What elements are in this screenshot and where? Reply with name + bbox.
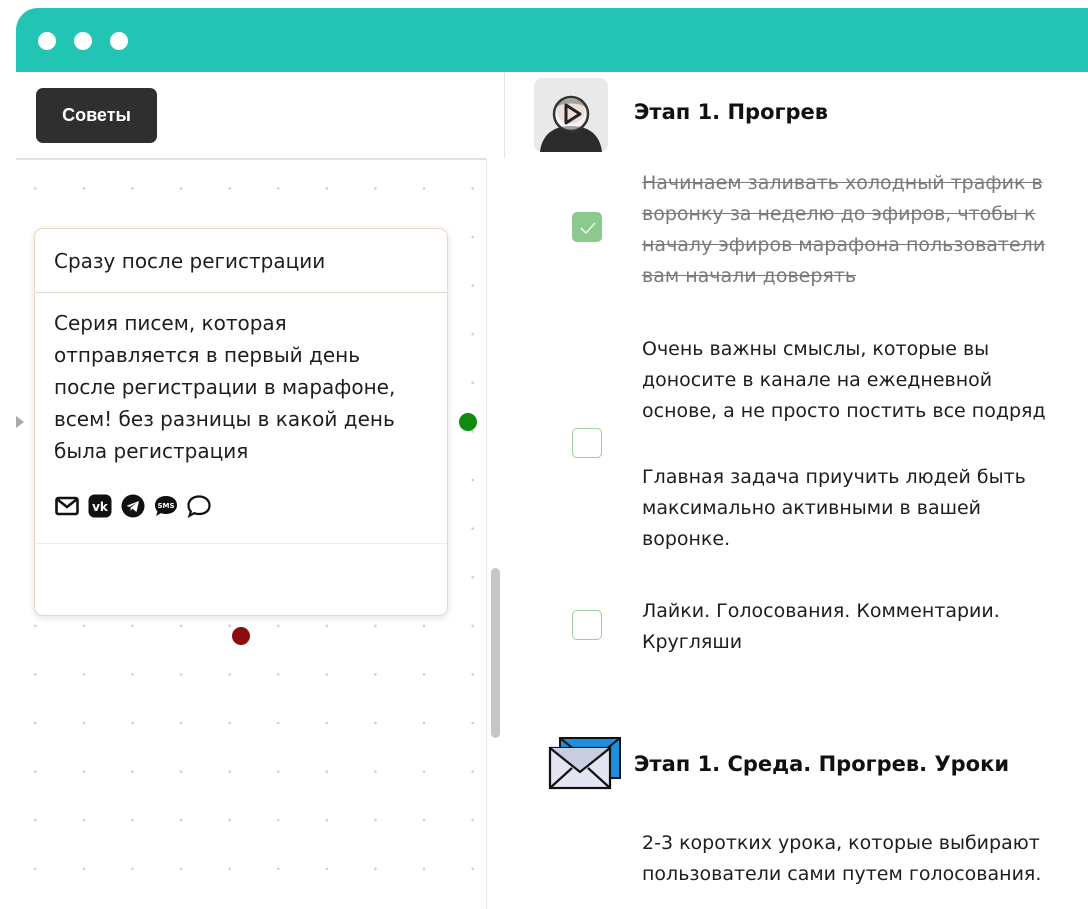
- task-text-extra: Главная задача приучить людей быть макси…: [642, 462, 1088, 555]
- node-description-line: Серия писем, которая: [54, 311, 287, 335]
- task-line: Начинаем заливать холодный трафик в: [642, 172, 1043, 194]
- video-play-icon[interactable]: [534, 78, 608, 152]
- task-line: воронке.: [642, 528, 731, 550]
- task-line: Главная задача приучить людей быть: [642, 466, 1026, 488]
- tips-button[interactable]: Советы: [36, 88, 157, 143]
- task-line: воронку за неделю до эфиров, чтобы к: [642, 203, 1036, 225]
- app-window: Советы Сразу после регистрации Серия пис…: [16, 8, 1088, 909]
- task-checkbox-checked[interactable]: [572, 212, 602, 242]
- output-port-red[interactable]: [232, 627, 250, 645]
- message-node-card[interactable]: Сразу после регистрации Серия писем, кот…: [34, 228, 448, 616]
- task-line: основе, а не просто постить все подряд: [642, 400, 1046, 422]
- svg-text:vk: vk: [92, 500, 109, 514]
- canvas-toolbar: Советы: [16, 72, 504, 160]
- channel-icons: vk SMS: [54, 491, 212, 521]
- task-checkbox[interactable]: [572, 428, 602, 458]
- sms-icon: SMS: [153, 493, 179, 519]
- window-dot-2[interactable]: [74, 32, 92, 50]
- card-divider: [35, 543, 447, 544]
- checklist-panel: Этап 1. Прогрев Начинаем заливать холодн…: [520, 72, 1088, 909]
- funnel-canvas[interactable]: Советы Сразу после регистрации Серия пис…: [16, 72, 505, 909]
- node-description-line: после регистрации в марафоне,: [54, 375, 396, 399]
- email-icon: [54, 493, 80, 519]
- stage-title: Этап 1. Среда. Прогрев. Уроки: [634, 752, 1010, 776]
- node-description-line: отправляется в первый день: [54, 343, 361, 367]
- envelope-icon[interactable]: [548, 736, 622, 792]
- telegram-icon: [120, 493, 146, 519]
- task-text-completed: Начинаем заливать холодный трафик в воро…: [642, 168, 1088, 292]
- task-text: 2-3 коротких урока, которые выбирают пол…: [642, 828, 1088, 890]
- task-line: 2-3 коротких урока, которые выбирают: [642, 832, 1040, 854]
- task-line: Кругляши: [642, 631, 743, 653]
- check-icon: [580, 222, 596, 235]
- output-port-green[interactable]: [459, 413, 477, 431]
- task-checkbox[interactable]: [572, 610, 602, 640]
- title-bar: [16, 8, 1088, 72]
- task-line: Лайки. Голосования. Комментарии.: [642, 600, 1000, 622]
- node-description-line: была регистрация: [54, 439, 249, 463]
- node-description-line: всем! без разницы в какой день: [54, 407, 395, 431]
- task-line: максимально активными в вашей: [642, 497, 982, 519]
- task-text: Очень важны смыслы, которые вы доносите …: [642, 334, 1088, 427]
- task-line: пользователи сами путем голосования.: [642, 863, 1042, 885]
- chat-bubble-icon: [186, 493, 212, 519]
- task-text: Лайки. Голосования. Комментарии. Кругляш…: [642, 596, 1088, 658]
- task-line: началу эфиров марафона пользователи: [642, 234, 1046, 256]
- node-title: Сразу после регистрации: [35, 229, 447, 293]
- stage-title: Этап 1. Прогрев: [634, 100, 829, 124]
- window-dot-1[interactable]: [38, 32, 56, 50]
- task-line: Очень важны смыслы, которые вы: [642, 338, 990, 360]
- svg-text:SMS: SMS: [157, 502, 174, 510]
- scrollbar-thumb[interactable]: [491, 568, 500, 738]
- collapse-arrow-icon[interactable]: [16, 416, 24, 428]
- node-description: Серия писем, которая отправляется в перв…: [54, 307, 439, 467]
- vk-icon: vk: [87, 493, 113, 519]
- task-line: вам начали доверять: [642, 265, 857, 287]
- vertical-scrollbar[interactable]: [486, 158, 505, 909]
- window-dot-3[interactable]: [110, 32, 128, 50]
- task-line: доносите в канале на ежедневной: [642, 369, 993, 391]
